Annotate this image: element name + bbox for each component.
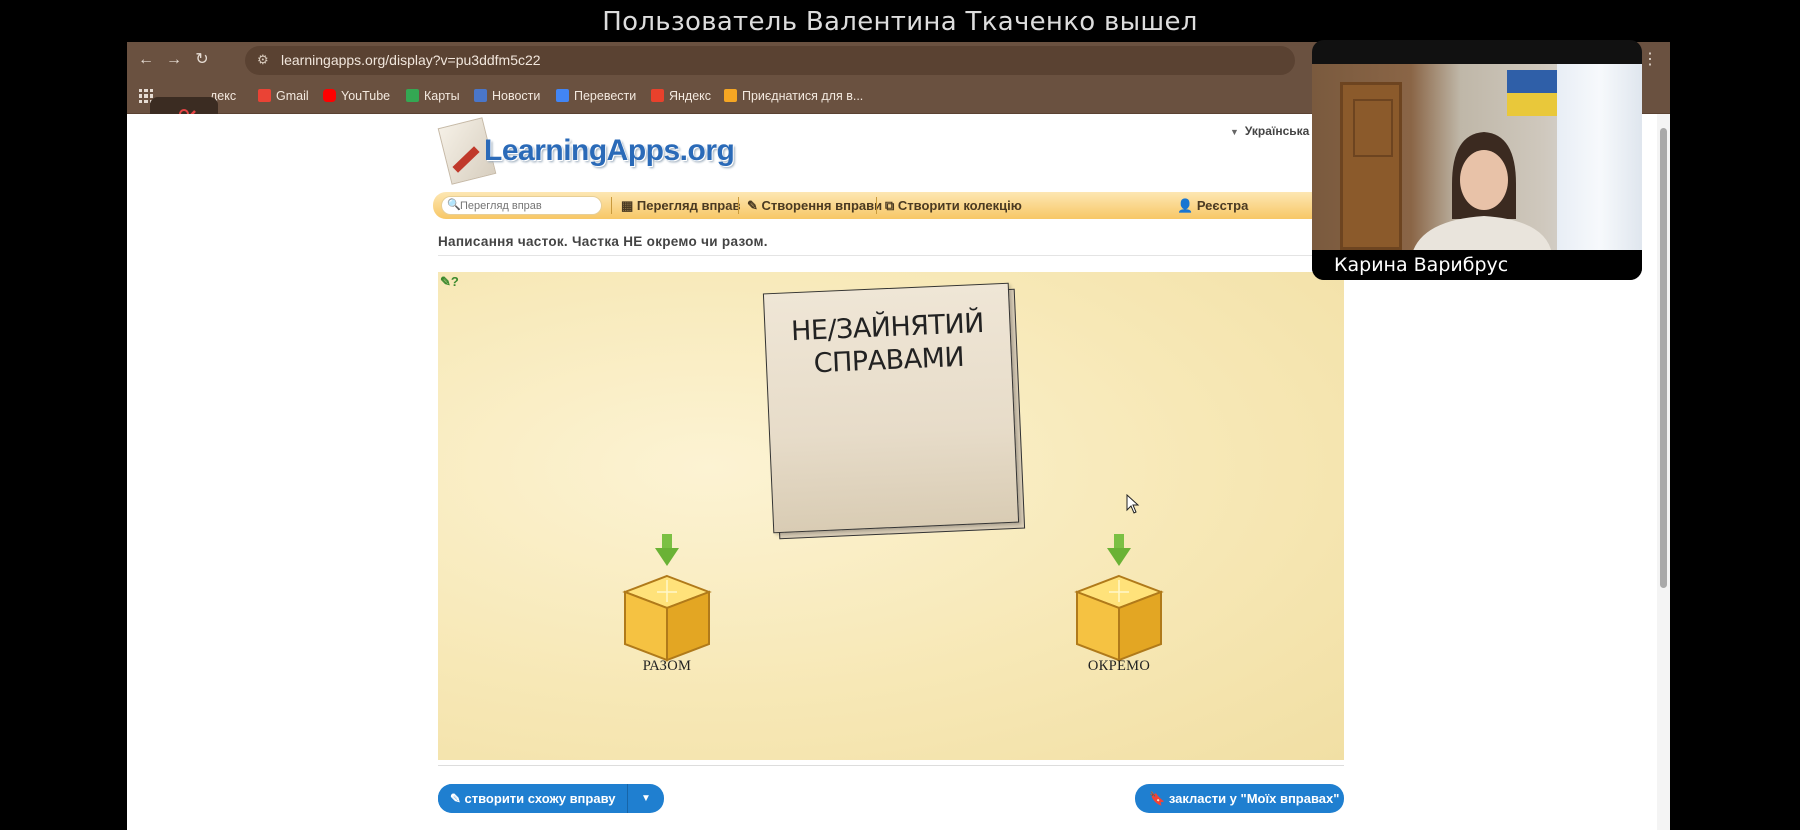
box-separately-icon[interactable] (1073, 572, 1165, 664)
reload-icon[interactable]: ↻ (191, 49, 213, 71)
bookmark-youtube[interactable]: YouTube (323, 79, 390, 114)
yandex-icon (651, 89, 664, 102)
site-logo[interactable]: LearningApps.org (437, 117, 738, 192)
video-door (1340, 82, 1402, 250)
back-icon[interactable]: ← (135, 49, 157, 71)
bottom-divider (438, 765, 1344, 766)
news-icon (474, 89, 487, 102)
site-navbar: 🔍 ▦ Перегляд вправ ✎ Створення вправи ⧉ … (433, 192, 1333, 219)
bookmark-yandex-2[interactable]: Яндекс (651, 79, 711, 114)
edit-icon: ✎ (450, 791, 465, 806)
nav-divider (738, 197, 739, 214)
site-settings-icon[interactable]: ⚙ (257, 52, 273, 68)
arrow-down-icon (655, 534, 679, 566)
gmail-icon (258, 89, 271, 102)
grid-icon: ▦ (621, 198, 637, 213)
exercise-title: Написання часток. Частка НЕ окремо чи ра… (438, 234, 768, 249)
join-icon (724, 89, 737, 102)
help-icon[interactable]: ✎? (440, 274, 459, 290)
page-scrollbar[interactable] (1657, 114, 1670, 830)
nav-collection[interactable]: ⧉ Створити колекцію (885, 192, 1022, 219)
card-text: НЕ/ЗАЙНЯТИЙ СПРАВАМИ (790, 307, 985, 380)
create-similar-button[interactable]: ✎ створити схожу вправу (438, 784, 628, 813)
nav-register[interactable]: 👤 Реєстра (1177, 192, 1248, 219)
create-similar-button-group: ✎ створити схожу вправу ▼ (438, 784, 664, 813)
flag-icon (1507, 70, 1559, 116)
collection-icon: ⧉ (885, 198, 898, 213)
exercise-stage: ✎? НЕ/ЗАЙНЯТИЙ СПРАВАМИ РАЗОМ ОКРЕМО (438, 272, 1344, 760)
mouse-cursor-icon (1126, 494, 1140, 514)
search-input[interactable] (460, 198, 596, 214)
nav-divider (876, 197, 877, 214)
scrollbar-thumb[interactable] (1660, 128, 1667, 588)
pencil-icon: ✎ (747, 198, 762, 213)
bookmark-translate[interactable]: Перевести (556, 79, 636, 114)
address-bar[interactable]: ⚙ learningapps.org/display?v=pu3ddfm5c22 (245, 46, 1295, 75)
bookmark-gmail[interactable]: Gmail (258, 79, 309, 114)
user-icon: 👤 (1177, 198, 1197, 213)
bookmark-icon: 🔖 (1149, 791, 1169, 806)
box-together-icon[interactable] (621, 572, 713, 664)
language-select[interactable]: ▼ Українська (1230, 124, 1309, 138)
box-label-together: РАЗОМ (642, 658, 692, 674)
url-text[interactable]: learningapps.org/display?v=pu3ddfm5c22 (281, 46, 541, 75)
chevron-down-icon: ▼ (1230, 127, 1239, 137)
chevron-down-icon[interactable]: ▼ (630, 784, 662, 813)
save-to-my-exercises-button[interactable]: 🔖 закласти у "Моїх вправах" (1135, 784, 1344, 813)
maps-icon (406, 89, 419, 102)
nav-browse[interactable]: ▦ Перегляд вправ (621, 192, 740, 219)
translate-icon (556, 89, 569, 102)
forward-icon[interactable]: → (163, 49, 185, 71)
menu-icon[interactable]: ⋮ (1642, 49, 1658, 69)
meeting-notice: Пользователь Валентина Ткаченко вышел (602, 7, 1198, 37)
video-curtain (1557, 64, 1642, 250)
nav-divider (611, 197, 612, 214)
title-divider (438, 255, 1344, 256)
drag-card[interactable]: НЕ/ЗАЙНЯТИЙ СПРАВАМИ (762, 282, 1020, 534)
button-divider (627, 784, 628, 813)
participant-video-tile[interactable]: Карина Варибрус (1312, 40, 1642, 280)
arrow-down-icon (1107, 534, 1131, 566)
bookmark-maps[interactable]: Карты (406, 79, 460, 114)
box-label-separately: ОКРЕМО (1087, 658, 1151, 674)
bookmark-join[interactable]: Приєднатися для в... (724, 79, 863, 114)
logo-text: LearningApps.org (484, 134, 735, 167)
video-background (1312, 64, 1642, 254)
participant-avatar (1412, 132, 1552, 254)
search-box[interactable]: 🔍 (441, 196, 602, 215)
youtube-icon (323, 89, 336, 102)
nav-create[interactable]: ✎ Створення вправи (747, 192, 882, 219)
search-icon: 🔍 (447, 199, 461, 211)
participant-name: Карина Варибрус (1312, 250, 1642, 280)
bookmark-news[interactable]: Новости (474, 79, 540, 114)
